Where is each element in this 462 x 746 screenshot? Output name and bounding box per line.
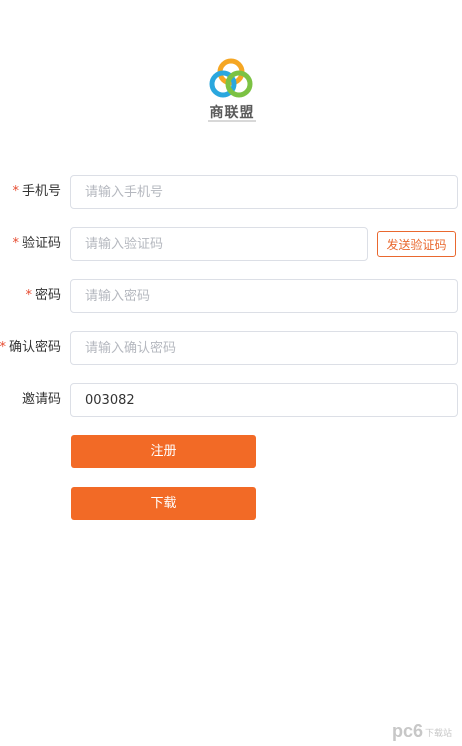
- password-label-text: 密码: [34, 288, 61, 303]
- required-mark: *: [12, 236, 19, 251]
- code-label: * 验证码: [12, 227, 61, 261]
- phone-input[interactable]: [70, 175, 458, 209]
- confirm-row: * 确认密码: [0, 331, 462, 365]
- watermark-text: pc6: [391, 721, 423, 741]
- confirm-label: * 确认密码: [0, 331, 61, 365]
- required-mark: *: [0, 340, 6, 355]
- invite-row: 邀请码: [0, 383, 462, 417]
- register-page: 商联盟 *手机号 *验证码 发送验证码 *密码 *确认密码 邀请码 注册 下载: [0, 0, 462, 746]
- code-row: *验证码 发送验证码: [0, 227, 462, 261]
- logo-name: 商联盟: [209, 105, 255, 121]
- phone-label-text: 手机号: [21, 184, 61, 199]
- required-mark: *: [25, 288, 32, 303]
- password-row: * 密码: [0, 279, 462, 313]
- send-code-button[interactable]: 发送验证码: [377, 231, 456, 257]
- watermark: pc6 下载站: [392, 721, 452, 742]
- confirm-password-input[interactable]: [70, 331, 458, 365]
- code-input[interactable]: [70, 227, 368, 261]
- logo-tagline-line: [208, 120, 256, 122]
- phone-row: * 手机号: [0, 175, 462, 209]
- code-label-text: 验证码: [21, 236, 61, 251]
- invite-label-text: 邀请码: [21, 392, 61, 407]
- logo-rings-icon: [209, 58, 253, 98]
- register-button[interactable]: 注册: [71, 435, 256, 468]
- confirm-label-text: 确认密码: [8, 340, 61, 355]
- password-input[interactable]: [70, 279, 458, 313]
- password-label: * 密码: [25, 279, 61, 313]
- phone-label: * 手机号: [12, 175, 61, 209]
- download-button[interactable]: 下载: [71, 487, 256, 520]
- required-mark: *: [12, 184, 19, 199]
- watermark-sub: 下载站: [424, 727, 452, 738]
- app-logo: 商联盟: [200, 58, 264, 122]
- invite-label: 邀请码: [22, 383, 61, 417]
- invite-code-input[interactable]: [70, 383, 458, 417]
